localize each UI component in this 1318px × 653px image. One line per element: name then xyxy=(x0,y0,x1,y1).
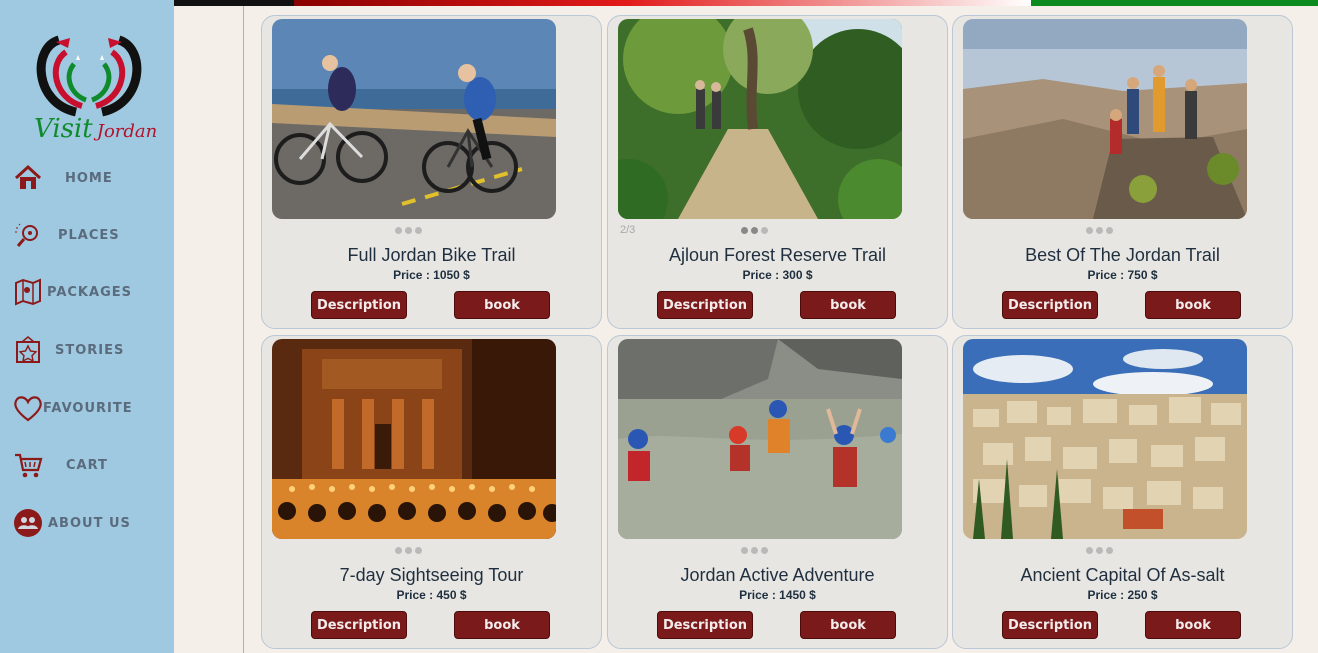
package-title: Ajloun Forest Reserve Trail xyxy=(668,245,887,265)
nav-stories[interactable]: STORIES xyxy=(12,332,162,368)
book-button[interactable]: book xyxy=(1145,291,1241,319)
package-card: Best Of The Jordan Trail Price : 750 $ D… xyxy=(952,15,1293,329)
star-frame-icon xyxy=(12,334,44,366)
package-photo[interactable] xyxy=(618,339,902,539)
map-icon xyxy=(12,276,44,308)
nav-places[interactable]: PLACES xyxy=(12,217,162,253)
package-photo[interactable] xyxy=(963,339,1247,539)
nav-about-us-label: ABOUT US xyxy=(48,515,131,531)
package-price: Price : 450 $ xyxy=(396,588,467,602)
heart-icon xyxy=(12,392,44,424)
description-button[interactable]: Description xyxy=(1002,291,1098,319)
nav-home[interactable]: HOME xyxy=(12,160,162,196)
carousel-dots[interactable] xyxy=(262,227,555,234)
package-title: 7-day Sightseeing Tour xyxy=(339,565,524,585)
nav-cart-label: CART xyxy=(66,457,108,473)
carousel-dots[interactable] xyxy=(608,227,901,234)
description-button[interactable]: Description xyxy=(311,291,407,319)
cart-icon xyxy=(12,449,44,481)
carousel-dots[interactable] xyxy=(608,547,901,554)
package-title: Ancient Capital Of As-salt xyxy=(1020,565,1225,585)
nav-home-label: HOME xyxy=(65,170,113,186)
nav-packages[interactable]: PACKAGES xyxy=(12,274,162,310)
package-photo[interactable] xyxy=(618,19,902,219)
description-button[interactable]: Description xyxy=(311,611,407,639)
book-button[interactable]: book xyxy=(454,291,550,319)
brand-visit: Visit xyxy=(34,114,93,144)
package-price: Price : 300 $ xyxy=(742,268,813,282)
brand-name: Visit Jordan xyxy=(34,114,157,144)
nav-favourite-label: FAVOURITE xyxy=(43,400,133,416)
home-icon xyxy=(12,162,44,194)
book-button[interactable]: book xyxy=(454,611,550,639)
package-price: Price : 1050 $ xyxy=(393,268,470,282)
package-title: Full Jordan Bike Trail xyxy=(347,245,516,265)
sidebar: Visit Jordan HOME PLACES PACKAGES STORIES… xyxy=(0,0,174,653)
package-price: Price : 250 $ xyxy=(1087,588,1158,602)
logo-emblem-icon xyxy=(36,35,142,117)
description-button[interactable]: Description xyxy=(1002,611,1098,639)
places-icon xyxy=(12,219,44,251)
package-photo[interactable] xyxy=(272,339,556,539)
package-card: Ancient Capital Of As-salt Price : 250 $… xyxy=(952,335,1293,649)
package-card: 7-day Sightseeing Tour Price : 450 $ Des… xyxy=(261,335,602,649)
package-title: Jordan Active Adventure xyxy=(680,565,875,585)
nav-packages-label: PACKAGES xyxy=(47,284,132,300)
brand-jordan: Jordan xyxy=(96,121,158,142)
carousel-dots[interactable] xyxy=(262,547,555,554)
nav-favourite[interactable]: FAVOURITE xyxy=(12,390,162,426)
package-price: Price : 1450 $ xyxy=(739,588,816,602)
book-button[interactable]: book xyxy=(800,611,896,639)
nav-cart[interactable]: CART xyxy=(12,447,162,483)
package-card: Full Jordan Bike Trail Price : 1050 $ De… xyxy=(261,15,602,329)
package-card: 2/3 Ajloun Forest Reserve Trail Price : … xyxy=(607,15,948,329)
nav-places-label: PLACES xyxy=(58,227,120,243)
description-button[interactable]: Description xyxy=(657,291,753,319)
packages-grid: Full Jordan Bike Trail Price : 1050 $ De… xyxy=(243,6,1318,653)
nav-stories-label: STORIES xyxy=(55,342,125,358)
package-price: Price : 750 $ xyxy=(1087,268,1158,282)
package-card: Jordan Active Adventure Price : 1450 $ D… xyxy=(607,335,948,649)
package-title: Best Of The Jordan Trail xyxy=(1025,245,1220,265)
package-photo[interactable] xyxy=(963,19,1247,219)
carousel-dots[interactable] xyxy=(953,547,1246,554)
description-button[interactable]: Description xyxy=(657,611,753,639)
people-icon xyxy=(12,507,44,539)
package-photo[interactable] xyxy=(272,19,556,219)
nav-about-us[interactable]: ABOUT US xyxy=(12,505,162,541)
carousel-dots[interactable] xyxy=(953,227,1246,234)
book-button[interactable]: book xyxy=(800,291,896,319)
book-button[interactable]: book xyxy=(1145,611,1241,639)
